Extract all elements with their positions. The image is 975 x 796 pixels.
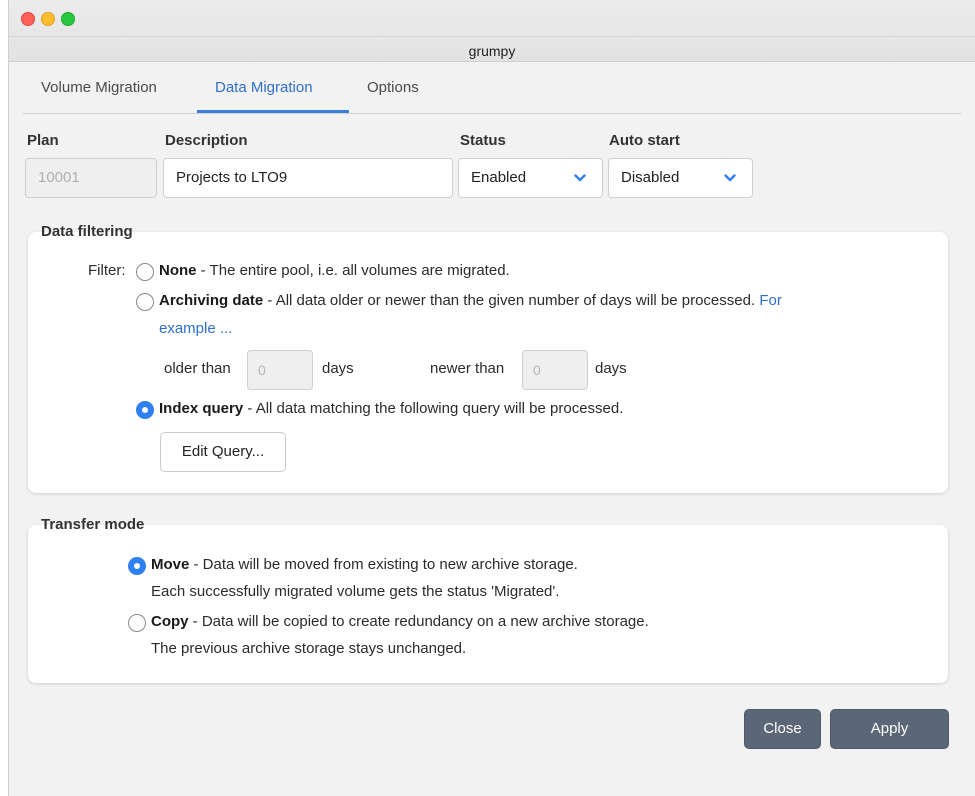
option-archiving-date-text: Archiving date - All data older or newer… [159, 292, 782, 309]
tab-options[interactable]: Options [349, 76, 449, 113]
transfer-mode-panel [28, 525, 948, 683]
example-link-part2[interactable]: example ... [159, 320, 232, 337]
close-button[interactable]: Close [744, 709, 821, 749]
option-none-label: None [159, 262, 197, 279]
older-than-label: older than [164, 360, 231, 377]
option-move-desc: - Data will be moved from existing to ne… [189, 556, 578, 573]
newer-than-field: 0 [522, 350, 588, 390]
newer-days-label: days [595, 360, 627, 377]
option-move-text: Move - Data will be moved from existing … [151, 556, 578, 573]
tab-volume-migration[interactable]: Volume Migration [23, 76, 197, 113]
option-move-desc2: Each successfully migrated volume gets t… [151, 583, 560, 600]
option-none-desc: - The entire pool, i.e. all volumes are … [196, 262, 510, 279]
option-copy-desc: - Data will be copied to create redundan… [188, 613, 649, 630]
plan-label: Plan [27, 132, 59, 149]
apply-button[interactable]: Apply [830, 709, 949, 749]
description-label: Description [165, 132, 248, 149]
option-index-query-desc: - All data matching the following query … [243, 400, 624, 417]
older-than-field: 0 [247, 350, 313, 390]
auto-start-label: Auto start [609, 132, 680, 149]
auto-start-select[interactable]: Disabled [608, 158, 753, 198]
radio-move[interactable] [128, 557, 146, 575]
radio-none[interactable] [136, 263, 154, 281]
auto-start-value: Disabled [621, 169, 680, 186]
status-value: Enabled [471, 169, 527, 186]
option-move-label: Move [151, 556, 190, 573]
radio-copy[interactable] [128, 614, 146, 632]
description-field[interactable]: Projects to LTO9 [163, 158, 453, 198]
newer-than-label: newer than [430, 360, 505, 377]
dialog-content: Volume Migration Data Migration Options … [9, 62, 975, 796]
option-copy-label: Copy [151, 613, 189, 630]
zoom-window-icon[interactable] [61, 12, 75, 26]
option-none-text: None - The entire pool, i.e. all volumes… [159, 262, 510, 279]
option-copy-text: Copy - Data will be copied to create red… [151, 613, 649, 630]
status-label: Status [460, 132, 506, 149]
chevron-down-icon [724, 174, 736, 182]
tab-bar: Volume Migration Data Migration Options [23, 62, 961, 114]
example-link-part1[interactable]: For [759, 292, 782, 309]
option-archiving-date-desc: - All data older or newer than the given… [263, 292, 756, 309]
tab-data-migration[interactable]: Data Migration [197, 76, 349, 113]
older-days-label: days [322, 360, 354, 377]
close-window-icon[interactable] [21, 12, 35, 26]
window-title: grumpy [468, 43, 516, 59]
edit-query-button[interactable]: Edit Query... [160, 432, 286, 472]
minimize-window-icon[interactable] [41, 12, 55, 26]
transfer-mode-title: Transfer mode [41, 516, 145, 533]
radio-index-query[interactable] [136, 401, 154, 419]
radio-archiving-date[interactable] [136, 293, 154, 311]
option-archiving-date-label: Archiving date [159, 292, 264, 309]
option-index-query-text: Index query - All data matching the foll… [159, 400, 623, 417]
title-divider [9, 36, 975, 37]
option-copy-desc2: The previous archive storage stays uncha… [151, 640, 467, 657]
option-index-query-label: Index query [159, 400, 244, 417]
data-filtering-title: Data filtering [41, 223, 133, 240]
app-window: grumpy Volume Migration Data Migration O… [8, 0, 975, 796]
chevron-down-icon [574, 174, 586, 182]
filter-label: Filter: [88, 262, 126, 279]
title-bar: grumpy [9, 0, 975, 62]
plan-field: 10001 [25, 158, 157, 198]
status-select[interactable]: Enabled [458, 158, 603, 198]
